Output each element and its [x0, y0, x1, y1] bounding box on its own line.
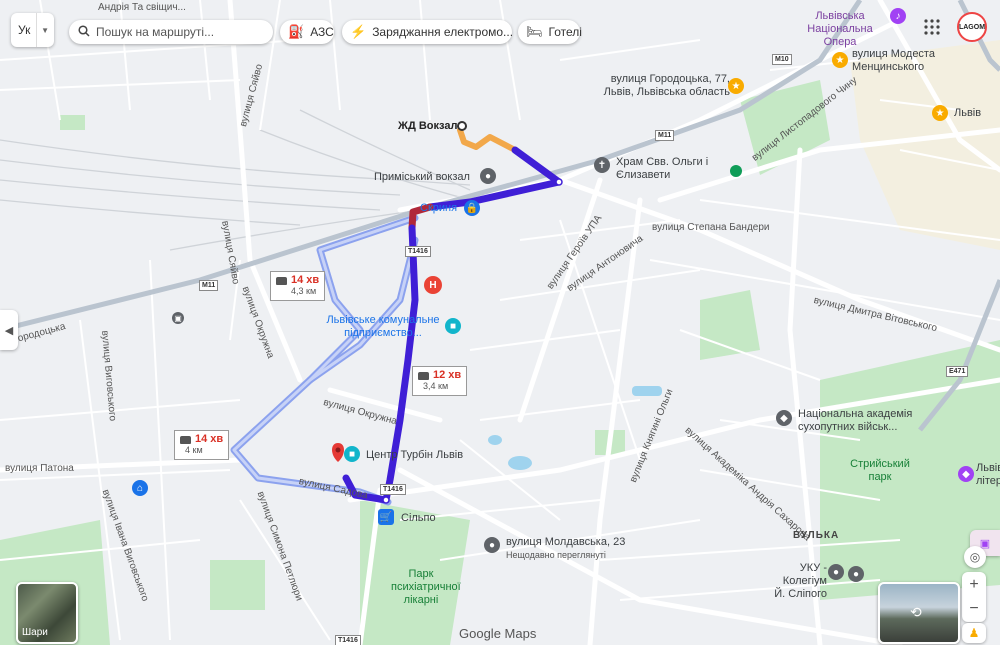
- search-placeholder: Пошук на маршруті...: [96, 25, 215, 39]
- chip-hotels-label: Готелі: [548, 25, 582, 39]
- zoom-out-button[interactable]: −: [969, 597, 978, 621]
- opera-icon[interactable]: ♪: [890, 8, 906, 24]
- chip-gas-label: АЗС: [310, 25, 334, 39]
- car-icon: [180, 435, 191, 444]
- chevron-down-icon[interactable]: ▼: [36, 13, 49, 47]
- location-target-icon: ◎: [969, 550, 981, 564]
- route-alt-2-box[interactable]: 14 хв 4 км: [174, 430, 230, 460]
- street-view-thumbnail[interactable]: ⟲: [878, 582, 960, 644]
- uku-icon[interactable]: ●: [828, 564, 844, 580]
- mentsynskoho-label[interactable]: вулиця Модеста Менцинського: [852, 48, 947, 74]
- shield-t1416-1: T1416: [405, 246, 431, 257]
- bed-icon: 🛏: [526, 24, 543, 39]
- chevron-left-icon: ◀: [4, 324, 14, 337]
- moldavska-label[interactable]: вулиця Молдавська, 23: [506, 536, 625, 549]
- ev-charger-icon: ⚡: [350, 24, 367, 39]
- uku-label[interactable]: УКУ - Колегіум Й. Сліпого: [769, 562, 827, 601]
- rotate-icon: ⟲: [910, 604, 922, 620]
- chip-ev-charging[interactable]: ⚡ Заряджання електромо...: [342, 20, 514, 44]
- car-icon: [418, 371, 429, 380]
- chip-gas-stations[interactable]: ⛽ АЗС: [280, 20, 334, 44]
- lit-label[interactable]: Львівськ літер: [976, 462, 1000, 488]
- route-waypoint-2: [382, 496, 390, 504]
- apps-grid-icon[interactable]: [923, 18, 943, 38]
- layers-label: Шари: [22, 627, 48, 638]
- search-icon: [78, 24, 90, 40]
- street-label-partial: Андрія Та свіщич...: [98, 2, 186, 13]
- shield-m11-2: M11: [655, 130, 675, 141]
- collapse-panel-button[interactable]: ◀: [0, 310, 18, 350]
- academy-label[interactable]: Національна академія сухопутних військ..…: [798, 408, 918, 434]
- service-icon[interactable]: ■: [445, 318, 461, 334]
- route-main-box[interactable]: 12 хв 3,4 км: [412, 366, 468, 396]
- psych-park-label[interactable]: Парк психіатричної лікарні: [391, 568, 461, 607]
- gas-pump-icon: ⛽: [288, 24, 305, 39]
- church-icon[interactable]: ✝: [594, 157, 610, 173]
- home-icon[interactable]: ⌂: [132, 480, 148, 496]
- park-icon[interactable]: [730, 165, 742, 177]
- google-maps-logo: Google Maps: [459, 626, 537, 641]
- search-input[interactable]: Пошук на маршруті...: [69, 20, 273, 44]
- opera-label[interactable]: Львівська Національна Опера: [790, 10, 890, 49]
- lviv-label[interactable]: Львів: [954, 107, 981, 120]
- train-station-icon[interactable]: ●: [480, 168, 496, 184]
- uku-icon-2[interactable]: ●: [848, 566, 864, 582]
- route-main-distance: 3,4 км: [423, 381, 449, 391]
- recent-place-icon[interactable]: ●: [484, 537, 500, 553]
- station-label[interactable]: ЖД Вокзал: [398, 120, 457, 133]
- hospital-icon[interactable]: H: [424, 276, 442, 294]
- cart-icon[interactable]: 🛒: [378, 509, 394, 525]
- route-alt-2-time: 14 хв: [195, 433, 224, 445]
- street-patona: вулиця Патона: [5, 463, 74, 474]
- route-main-time: 12 хв: [433, 369, 462, 381]
- pegman-icon: ♟: [968, 626, 980, 640]
- shield-t1416-3: T1416: [335, 635, 361, 645]
- account-avatar[interactable]: LAGOM: [957, 12, 987, 42]
- church-label[interactable]: Храм Свв. Ольги і Єлизавети: [616, 156, 736, 182]
- lit-icon[interactable]: ◆: [958, 466, 974, 482]
- route-origin-marker[interactable]: [457, 121, 467, 131]
- shopping-icon[interactable]: 🔒: [464, 200, 480, 216]
- star-icon-1[interactable]: ★: [728, 78, 744, 94]
- vulka-label: ВУЛЬКА: [793, 530, 840, 541]
- map-app: Андрія Та свіщич... Городоцька вулиця Ся…: [0, 0, 1000, 645]
- stryi-park-label[interactable]: Стрийський парк: [845, 458, 915, 484]
- language-label: Ук: [18, 23, 31, 37]
- skrynia-label[interactable]: Скриня: [420, 202, 457, 215]
- moldavska-sub-label: Нещодавно переглянуті: [506, 550, 606, 560]
- chip-hotels[interactable]: 🛏 Готелі: [518, 20, 582, 44]
- car-icon: [276, 276, 287, 285]
- route-waypoint: [555, 178, 563, 186]
- route-alt-1-distance: 4,3 км: [291, 286, 317, 296]
- turbin-icon[interactable]: ■: [344, 446, 360, 462]
- transit-icon[interactable]: ▣: [172, 312, 184, 324]
- shield-e471: E471: [946, 366, 969, 377]
- gorodotska-label[interactable]: вулиця Городоцька, 77, Львів, Львівська …: [600, 73, 730, 99]
- route-alt-2-distance: 4 км: [185, 445, 203, 455]
- map-canvas[interactable]: [0, 0, 1000, 645]
- pegman-button[interactable]: ♟: [962, 623, 986, 643]
- star-icon-3[interactable]: ★: [932, 105, 948, 121]
- academy-icon[interactable]: ◆: [776, 410, 792, 426]
- shield-t1416-2: T1416: [380, 484, 406, 495]
- turbin-label[interactable]: Центр Турбін Львів: [366, 449, 463, 462]
- zoom-controls: + −: [962, 572, 986, 622]
- my-location-button[interactable]: ◎: [964, 546, 986, 568]
- layers-button[interactable]: Шари: [16, 582, 78, 644]
- suburban-station-label[interactable]: Приміський вокзал: [374, 171, 470, 184]
- zoom-in-button[interactable]: +: [969, 573, 978, 597]
- shield-m10: M10: [772, 54, 792, 65]
- shield-m11-1: M11: [199, 280, 219, 291]
- chip-ev-label: Заряджання електромо...: [372, 25, 514, 39]
- language-selector[interactable]: Ук ▼: [11, 13, 54, 47]
- silpo-label[interactable]: Сільпо: [401, 512, 436, 525]
- route-alt-1-box[interactable]: 14 хв 4,3 км: [270, 271, 326, 301]
- street-bandery: вулиця Степана Бандери: [652, 222, 770, 233]
- star-icon-2[interactable]: ★: [832, 52, 848, 68]
- communal-label[interactable]: Львівське комунальне підприємство...: [323, 314, 443, 340]
- route-alt-1-time: 14 хв: [291, 274, 320, 286]
